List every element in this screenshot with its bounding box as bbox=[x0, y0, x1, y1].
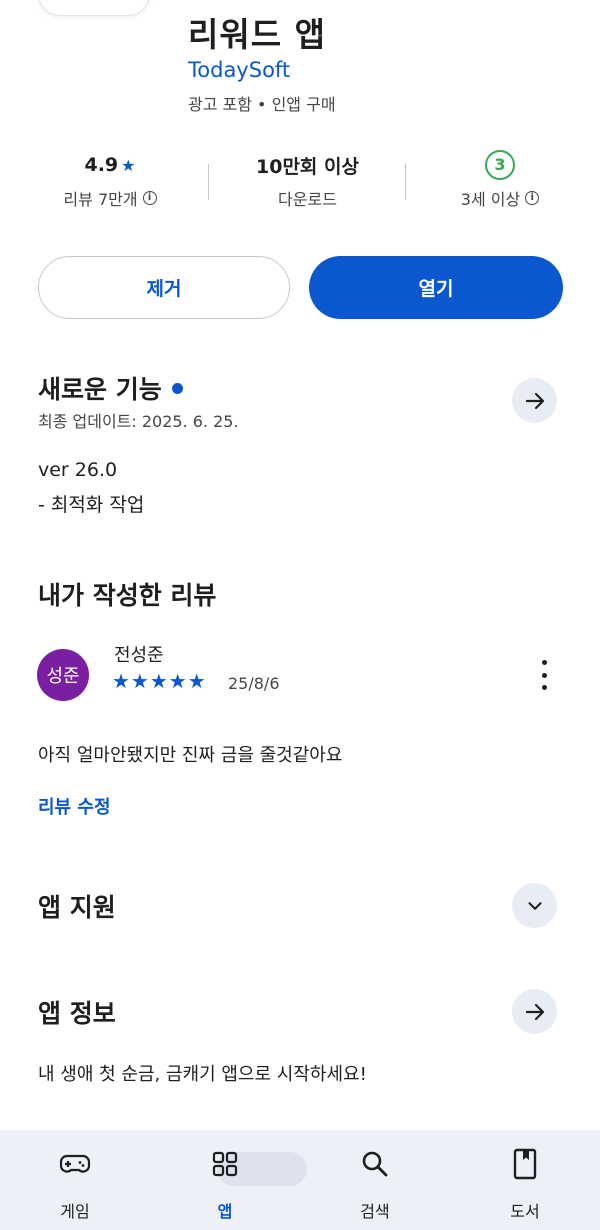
nav-label: 게임 bbox=[60, 1202, 90, 1221]
app-description: 내 생애 첫 순금, 금캐기 앱으로 시작하세요! bbox=[38, 1064, 367, 1085]
review-stars: ★★★★★ bbox=[112, 669, 207, 693]
open-button[interactable]: 열기 bbox=[309, 256, 563, 319]
apps-grid-icon bbox=[193, 1148, 257, 1180]
rating-label: 리뷰 7만개 bbox=[63, 190, 138, 209]
bottom-navigation: 게임 앱 검색 도서 bbox=[0, 1130, 600, 1230]
gamepad-icon bbox=[43, 1148, 107, 1180]
rating-value: 4.9 bbox=[84, 154, 119, 176]
new-indicator-dot bbox=[171, 382, 183, 394]
app-info-title: 앱 정보 bbox=[38, 999, 116, 1028]
arrow-right-icon bbox=[525, 1003, 544, 1020]
version-text: ver 26.0 bbox=[38, 459, 118, 481]
review-date: 25/8/6 bbox=[228, 674, 280, 693]
nav-books[interactable]: 도서 bbox=[450, 1130, 600, 1230]
edit-review-link[interactable]: 리뷰 수정 bbox=[38, 793, 111, 819]
star-icon: ★ bbox=[121, 155, 136, 175]
remove-button[interactable]: 제거 bbox=[38, 256, 290, 319]
downloads-stat: 10만회 이상 다운로드 bbox=[225, 148, 390, 210]
ad-info: 광고 포함 • 인앱 구매 bbox=[188, 95, 336, 114]
info-icon: i bbox=[525, 191, 540, 205]
nav-label: 도서 bbox=[510, 1202, 540, 1221]
app-support-expand-button[interactable] bbox=[512, 883, 557, 928]
app-info-arrow-button[interactable] bbox=[512, 989, 557, 1034]
app-icon bbox=[38, 0, 150, 16]
nav-label: 앱 bbox=[217, 1202, 233, 1221]
stats-row: 4.9 ★ 리뷰 7만개 i 10만회 이상 다운로드 3 3세 이상 i bbox=[0, 148, 600, 218]
divider bbox=[405, 164, 406, 200]
app-title: 리워드 앱 bbox=[188, 15, 326, 54]
review-text: 아직 얼마안됐지만 진짜 금을 줄것같아요 bbox=[38, 745, 343, 766]
nav-apps[interactable]: 앱 bbox=[150, 1130, 307, 1230]
last-updated: 최종 업데이트: 2025. 6. 25. bbox=[38, 412, 239, 431]
age-rating-stat[interactable]: 3 3세 이상 i bbox=[420, 148, 580, 210]
more-options-icon[interactable] bbox=[536, 660, 552, 690]
release-notes: - 최적화 작업 bbox=[38, 494, 145, 516]
nav-label: 검색 bbox=[360, 1202, 390, 1221]
app-support-title: 앱 지원 bbox=[38, 893, 116, 922]
chevron-down-icon bbox=[527, 901, 542, 910]
age-rating-badge: 3 bbox=[485, 150, 515, 180]
avatar: 성준 bbox=[37, 649, 89, 701]
whats-new-arrow-button[interactable] bbox=[512, 378, 557, 423]
downloads-label: 다운로드 bbox=[278, 190, 337, 209]
divider bbox=[208, 164, 209, 200]
reviewer-name: 전성준 bbox=[114, 645, 164, 666]
nav-games[interactable]: 게임 bbox=[0, 1130, 150, 1230]
info-icon: i bbox=[142, 191, 157, 205]
my-review-title: 내가 작성한 리뷰 bbox=[38, 581, 217, 610]
developer-link[interactable]: TodaySoft bbox=[188, 58, 290, 82]
nav-search[interactable]: 검색 bbox=[300, 1130, 450, 1230]
search-icon bbox=[343, 1148, 407, 1180]
rating-stat[interactable]: 4.9 ★ 리뷰 7만개 i bbox=[30, 148, 190, 210]
arrow-right-icon bbox=[525, 392, 544, 409]
age-rating-label: 3세 이상 bbox=[460, 190, 521, 209]
downloads-value: 10만회 이상 bbox=[256, 155, 359, 178]
whats-new-title: 새로운 기능 bbox=[38, 370, 183, 406]
book-icon bbox=[493, 1148, 557, 1180]
